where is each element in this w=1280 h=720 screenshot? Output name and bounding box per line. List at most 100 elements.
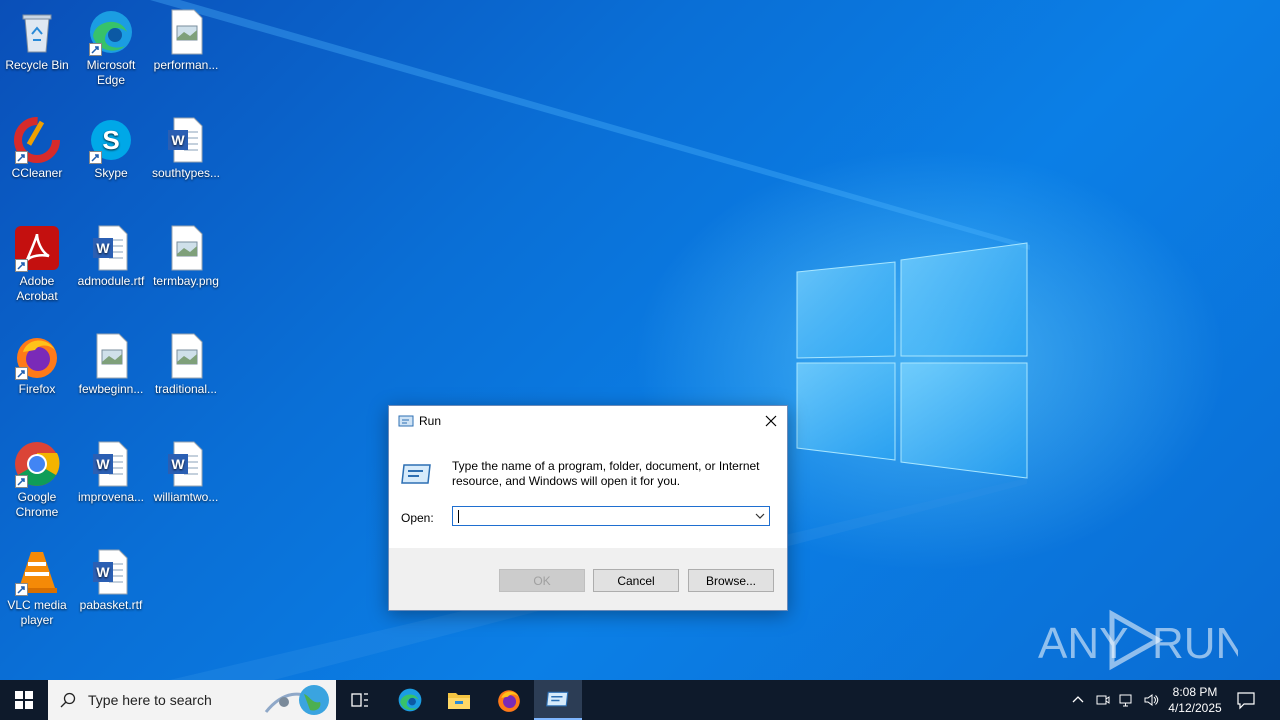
desktop-icon-label: CCleaner — [11, 166, 63, 180]
shortcut-arrow-icon — [15, 583, 28, 596]
taskbar-firefox[interactable] — [485, 680, 533, 720]
desktop-icon-improvena[interactable]: W improvena... — [74, 440, 148, 505]
volume-icon[interactable] — [1143, 692, 1159, 708]
shortcut-arrow-icon — [15, 151, 28, 164]
desktop-icon-admodule[interactable]: W admodule.rtf — [74, 224, 148, 289]
search-icon — [60, 692, 76, 708]
desktop-icon-label: Firefox — [18, 382, 56, 396]
svg-text:W: W — [171, 132, 185, 148]
desktop-icon-label: fewbeginn... — [78, 382, 144, 396]
desktop-icon-label: Microsoft Edge — [86, 58, 136, 87]
skype-icon: S — [87, 116, 135, 164]
chevron-up-icon[interactable] — [1070, 692, 1086, 708]
anyrun-logo: ANY RUN — [1038, 609, 1247, 671]
desktop-icon-label: Google Chrome — [15, 490, 59, 519]
start-button[interactable] — [0, 680, 48, 720]
file-explorer-icon — [448, 693, 470, 709]
watermark-text-any: ANY — [1038, 619, 1128, 668]
close-button[interactable] — [755, 406, 787, 436]
open-combobox[interactable] — [452, 506, 770, 526]
image-file-icon — [162, 224, 210, 272]
desktop-icon-label: pabasket.rtf — [79, 598, 143, 612]
watermark-text-run: RUN — [1152, 619, 1238, 668]
taskbar-search-box[interactable]: Type here to search — [48, 680, 336, 720]
windows-start-icon — [15, 691, 33, 709]
desktop-icon-performan[interactable]: performan... — [149, 8, 223, 73]
desktop-icon-label: admodule.rtf — [77, 274, 145, 288]
shortcut-arrow-icon — [15, 475, 28, 488]
task-view-button[interactable] — [336, 680, 384, 720]
desktop-icon-label: termbay.png — [153, 274, 219, 288]
browse-button[interactable]: Browse... — [688, 569, 774, 592]
svg-text:W: W — [96, 240, 110, 256]
taskbar-file-explorer[interactable] — [435, 680, 483, 720]
desktop-icon-skype[interactable]: S Skype — [74, 116, 148, 181]
run-icon — [398, 415, 414, 427]
run-dialog-description: Type the name of a program, folder, docu… — [452, 459, 760, 488]
shortcut-arrow-icon — [15, 259, 28, 272]
ccleaner-icon — [13, 116, 61, 164]
vlc-icon — [13, 548, 61, 596]
text-caret — [458, 510, 459, 523]
clock-time: 8:08 PM — [1172, 685, 1218, 699]
desktop-icon-label: williamtwo... — [153, 490, 219, 504]
desktop-icon-label: southtypes... — [151, 166, 221, 180]
search-placeholder: Type here to search — [88, 692, 212, 708]
desktop-icon-vlc[interactable]: VLC media player — [0, 548, 74, 628]
desktop-icon-firefox[interactable]: Firefox — [0, 332, 74, 397]
desktop-icon-microsoft-edge[interactable]: Microsoft Edge — [74, 8, 148, 88]
word-file-icon: W — [162, 440, 210, 488]
run-dialog: Run Type the name of a program, folder, … — [388, 405, 788, 611]
svg-text:W: W — [171, 456, 185, 472]
desktop-icon-williamtwo[interactable]: W williamtwo... — [149, 440, 223, 505]
svg-text:W: W — [96, 456, 110, 472]
run-dialog-title: Run — [419, 414, 442, 428]
desktop-icon-label: traditional... — [154, 382, 218, 396]
run-titlebar[interactable]: Run — [389, 406, 787, 437]
desktop-icon-label: performan... — [153, 58, 219, 72]
shortcut-arrow-icon — [15, 367, 28, 380]
taskbar-run[interactable] — [534, 680, 582, 720]
desktop-icon-label: improvena... — [77, 490, 145, 504]
desktop-icon-termbay[interactable]: termbay.png — [149, 224, 223, 289]
chrome-icon — [13, 440, 61, 488]
word-file-icon: W — [162, 116, 210, 164]
word-file-icon: W — [87, 224, 135, 272]
word-file-icon: W — [87, 440, 135, 488]
cancel-button[interactable]: Cancel — [593, 569, 679, 592]
notification-center-icon[interactable] — [1236, 690, 1256, 710]
open-label: Open: — [401, 511, 434, 525]
ok-button[interactable]: OK — [499, 569, 585, 592]
shortcut-arrow-icon — [89, 151, 102, 164]
desktop-icon-fewbeginn[interactable]: fewbeginn... — [74, 332, 148, 397]
image-file-icon — [87, 332, 135, 380]
clock-date: 4/12/2025 — [1168, 701, 1222, 715]
chevron-down-icon[interactable] — [753, 509, 767, 523]
network-icon[interactable] — [1119, 692, 1135, 708]
task-view-icon — [351, 693, 368, 707]
meet-now-icon[interactable] — [1095, 692, 1111, 708]
close-icon — [765, 415, 777, 427]
taskbar-edge[interactable] — [386, 680, 434, 720]
desktop-icon-traditional[interactable]: traditional... — [149, 332, 223, 397]
desktop-icon-pabasket[interactable]: W pabasket.rtf — [74, 548, 148, 613]
desktop-icon-ccleaner[interactable]: CCleaner — [0, 116, 74, 181]
taskbar-clock[interactable]: 8:08 PM 4/12/2025 — [1160, 684, 1230, 716]
edge-icon — [87, 8, 135, 56]
image-file-icon — [162, 332, 210, 380]
desktop-icon-label: VLC media player — [7, 598, 67, 627]
desktop-icon-adobe-acrobat[interactable]: Adobe Acrobat — [0, 224, 74, 304]
desktop-icon-label: Recycle Bin — [5, 58, 69, 72]
edge-icon — [398, 688, 422, 712]
svg-text:S: S — [102, 125, 119, 155]
anyrun-watermark: ANY RUN — [1038, 608, 1247, 672]
desktop-icon-label: Adobe Acrobat — [16, 274, 58, 303]
svg-text:W: W — [96, 564, 110, 580]
image-file-icon — [162, 8, 210, 56]
desktop-icon-recycle-bin[interactable]: Recycle Bin — [0, 8, 74, 73]
firefox-icon — [13, 332, 61, 380]
run-icon — [546, 691, 569, 707]
desktop-icon-southtypes[interactable]: W southtypes... — [149, 116, 223, 181]
acrobat-icon — [13, 224, 61, 272]
desktop-icon-google-chrome[interactable]: Google Chrome — [0, 440, 74, 520]
